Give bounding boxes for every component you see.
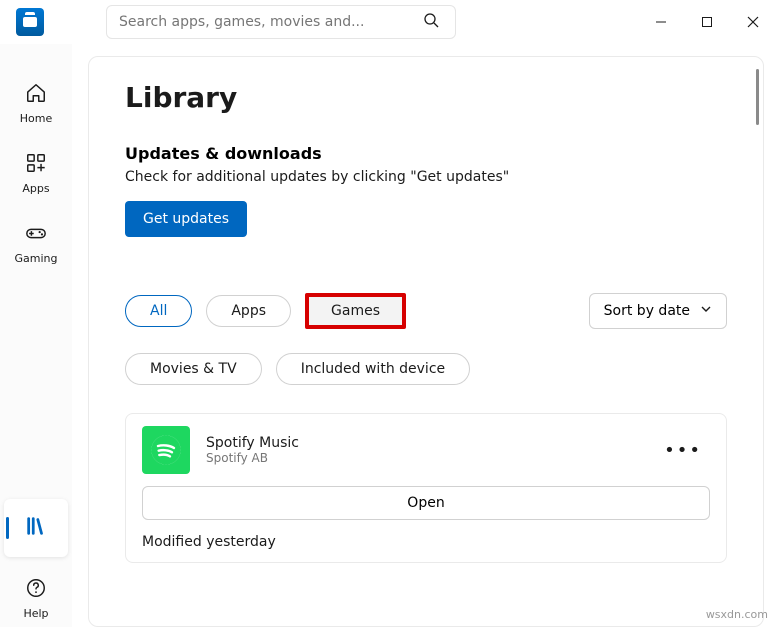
- app-publisher: Spotify AB: [206, 451, 640, 465]
- maximize-button[interactable]: [684, 2, 730, 42]
- page-title: Library: [125, 81, 727, 114]
- search-container: [106, 5, 456, 39]
- watermark: wsxdn.com: [706, 608, 768, 621]
- scrollbar[interactable]: [756, 69, 759, 125]
- nav-gaming-label: Gaming: [15, 252, 58, 265]
- close-button[interactable]: [730, 2, 776, 42]
- nav-home[interactable]: Home: [4, 74, 68, 132]
- minimize-button[interactable]: [638, 2, 684, 42]
- sort-label: Sort by date: [604, 303, 690, 319]
- updates-heading: Updates & downloads: [125, 144, 727, 163]
- search-icon[interactable]: [419, 8, 443, 36]
- nav-apps[interactable]: Apps: [4, 144, 68, 202]
- library-icon: [25, 515, 47, 541]
- spotify-icon: [142, 426, 190, 474]
- nav-apps-label: Apps: [22, 182, 49, 195]
- main-content: Library Updates & downloads Check for ad…: [88, 56, 764, 627]
- gaming-icon: [25, 222, 47, 248]
- updates-subtext: Check for additional updates by clicking…: [125, 169, 727, 185]
- filter-included[interactable]: Included with device: [276, 353, 470, 385]
- help-icon: [25, 577, 47, 603]
- sidebar: Home Apps Gaming Library Help: [0, 44, 72, 627]
- more-options-button[interactable]: •••: [656, 432, 710, 469]
- apps-icon: [25, 152, 47, 178]
- app-modified: Modified yesterday: [142, 534, 710, 550]
- get-updates-button[interactable]: Get updates: [125, 201, 247, 237]
- nav-gaming[interactable]: Gaming: [4, 214, 68, 272]
- open-app-button[interactable]: Open: [142, 486, 710, 520]
- nav-library[interactable]: Library: [4, 499, 68, 557]
- sort-dropdown[interactable]: Sort by date: [589, 293, 727, 329]
- filter-games[interactable]: Games: [305, 293, 406, 329]
- chevron-down-icon: [700, 303, 712, 319]
- app-name: Spotify Music: [206, 435, 640, 451]
- app-card: Spotify Music Spotify AB ••• Open Modifi…: [125, 413, 727, 563]
- nav-help-label: Help: [23, 607, 48, 620]
- filter-apps[interactable]: Apps: [206, 295, 291, 327]
- store-logo-icon: [16, 8, 44, 36]
- search-input[interactable]: [119, 14, 419, 30]
- home-icon: [25, 82, 47, 108]
- nav-home-label: Home: [20, 112, 52, 125]
- filter-movies-tv[interactable]: Movies & TV: [125, 353, 262, 385]
- filter-all[interactable]: All: [125, 295, 192, 327]
- nav-help[interactable]: Help: [4, 569, 68, 627]
